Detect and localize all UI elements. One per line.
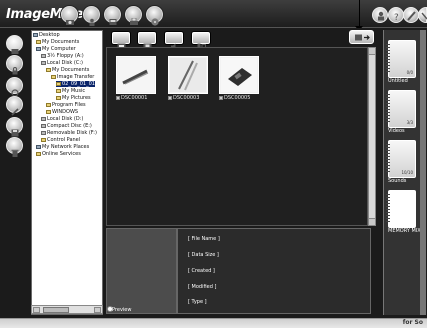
album-memory-mix[interactable] [386,190,416,228]
person-icon [88,11,96,26]
folder-icon [11,40,19,54]
scroll-up-arrow[interactable] [369,48,375,55]
wrench-tool-button[interactable] [6,96,23,116]
view-movies-button[interactable] [138,32,156,50]
album-label: MEMORY MIX [388,228,421,234]
tree-horizontal-scrollbar[interactable] [31,305,103,314]
help-button[interactable]: ? [388,7,404,23]
transfer-button[interactable] [349,30,374,44]
album-videos[interactable]: 3/3 [386,90,416,128]
thumbnail-caption: DSC00001 [116,95,156,101]
info-file-name: [ File Name ] [188,236,220,242]
info-created: [ Created ] [188,268,215,274]
tree-node[interactable]: Image Transfer [51,74,94,80]
person-button[interactable] [83,6,100,26]
album-icon [109,11,117,25]
close-button[interactable] [418,7,427,23]
view-images-button[interactable] [112,32,130,50]
trash-icon [11,142,19,157]
tree-node[interactable]: Desktop [33,32,60,38]
person-right-button[interactable] [372,7,388,23]
tree-node[interactable]: Program Files [46,102,86,108]
preview-label: Preview [112,307,132,313]
camera-icon [168,95,172,100]
cd-button[interactable] [146,6,163,26]
tree-node[interactable]: Removable Disk (F:) [41,130,97,136]
wrench-icon [11,101,19,116]
thumbnail-image [168,56,208,94]
tree-node[interactable]: Compact Disc (E:) [41,123,92,129]
album-label: Untitled [388,78,408,84]
scroll-down-arrow[interactable] [369,218,375,225]
scroll-left-arrow[interactable] [33,307,40,313]
rotate-icon [11,82,19,97]
callout-pointer [355,0,363,31]
tree-node[interactable]: My Documents [46,67,89,73]
thumbnail-item[interactable]: DSC00001 [116,56,156,102]
preview-panel [106,228,177,314]
tree-node[interactable]: Local Disk (C:) [41,60,83,66]
film-icon [143,35,152,50]
tree-node[interactable]: My Music [56,88,85,94]
lock-tool-button[interactable] [6,55,23,75]
status-text: for So [402,319,423,326]
grid-vertical-scrollbar[interactable] [368,47,376,226]
file-info-panel: [ File Name ] [ Data Size ] [ Created ] … [177,228,371,314]
rotate-tool-button[interactable] [6,77,23,97]
thumbnail-image [116,56,156,94]
close-icon [421,12,427,20]
scroll-thumb[interactable] [43,307,69,313]
tree-node[interactable]: My Documents [36,39,79,45]
scroll-right-arrow[interactable] [94,307,101,313]
person-icon [378,11,384,21]
info-type: [ Type ] [188,299,207,305]
tree-node[interactable]: My Pictures [56,95,91,101]
folder-tool-button[interactable] [6,35,23,54]
tree-node[interactable]: Local Disk (D:) [41,116,83,122]
info-data-size: [ Data Size ] [188,252,219,258]
image-icon [117,35,126,50]
thumbnail-image [219,56,259,94]
tree-node[interactable]: 3½ Floppy (A:) [41,53,84,59]
status-bar [0,318,427,328]
pen-button[interactable] [403,7,419,23]
sound-icon [170,35,179,50]
view-sounds-button[interactable] [165,32,183,50]
transfer-icon [355,34,370,41]
thumbnail-caption: DSC00005 [219,95,259,101]
camera-icon [66,11,74,25]
disk-tool-button[interactable] [6,117,23,137]
album-label: Sounds [388,178,407,184]
album-untitled[interactable]: 0/0 [386,40,416,78]
thumbnail-item[interactable]: DSC00005 [219,56,259,102]
album-button[interactable] [104,6,121,25]
tree-node-selected[interactable]: 02_09_01_01 [56,81,95,87]
album-panel: 0/0 Untitled 3/3 Videos 10/10 Sounds MEM… [383,30,425,315]
cd-icon [151,11,159,26]
svg-text:?: ? [394,13,399,23]
lock-icon [11,60,19,75]
disk-icon [11,122,19,137]
print-button[interactable] [125,6,142,25]
album-scrollbar[interactable] [420,30,426,315]
thumbnail-item[interactable]: DSC00003 [168,56,208,102]
album-sounds[interactable]: 10/10 [386,140,416,178]
tree-node[interactable]: My Network Places [36,144,89,150]
thumbnail-caption: DSC00003 [168,95,208,101]
tree-node[interactable]: My Computer [36,46,76,52]
tree-node[interactable]: Online Services [36,151,81,157]
camera-icon [219,95,223,100]
mixed-icon [197,35,206,50]
thumbnail-grid: DSC00001 DSC00003 DSC00005 [106,47,368,226]
print-icon [130,11,138,25]
camera-button[interactable] [61,6,78,25]
album-label: Videos [388,128,405,134]
camera-icon [116,95,120,100]
info-modified: [ Modified ] [188,284,217,290]
tree-node[interactable]: WINDOWS [46,109,78,115]
tree-node[interactable]: Control Panel [41,137,80,143]
trash-tool-button[interactable] [6,137,23,157]
view-mixed-button[interactable] [192,32,210,50]
folder-tree[interactable]: Desktop My Documents My Computer 3½ Flop… [31,30,103,315]
